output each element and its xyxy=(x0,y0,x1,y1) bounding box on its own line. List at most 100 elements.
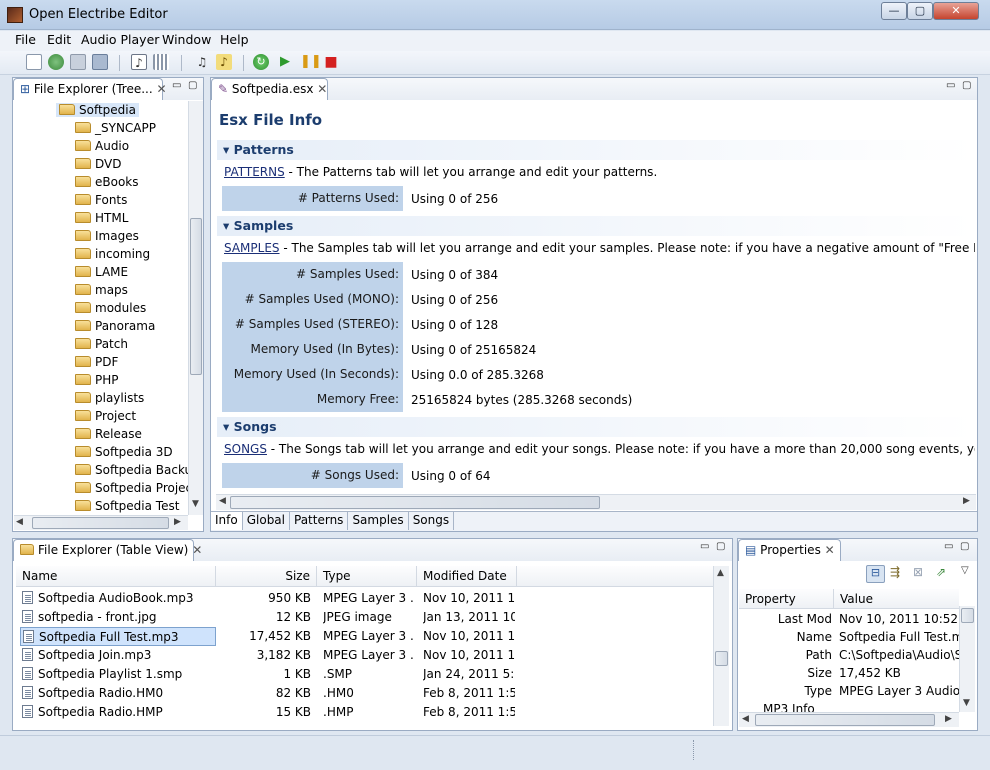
scroll-down-arrow-icon[interactable]: ▼ xyxy=(963,698,970,708)
close-tab-icon[interactable]: ✕ xyxy=(317,82,327,96)
table-row[interactable]: Softpedia Full Test.mp3 17,452 KB MPEG Lay… xyxy=(16,627,713,646)
properties-horizontal-scrollbar[interactable]: ◀ ▶ xyxy=(739,712,959,727)
tab-tree-view[interactable]: ⊞ File Explorer (Tree... ✕ xyxy=(13,78,167,100)
tree-folder-item[interactable]: HTML xyxy=(75,211,128,225)
table-row[interactable]: Softpedia AudioBook.mp3 950 KB MPEG Layer … xyxy=(16,589,713,608)
table-vertical-scrollbar[interactable]: ▲ xyxy=(713,566,729,726)
tab-properties[interactable]: ▤ Properties ✕ xyxy=(738,539,841,561)
scroll-right-arrow-icon[interactable]: ▶ xyxy=(963,496,970,506)
tree-root-item[interactable]: Softpedia xyxy=(56,103,139,117)
column-type[interactable]: Type xyxy=(317,566,417,586)
properties-scroll-thumb[interactable] xyxy=(961,608,974,623)
tree-scroll-thumb[interactable] xyxy=(190,218,202,375)
menu-edit[interactable]: Edit xyxy=(47,32,71,47)
column-property[interactable]: Property xyxy=(739,589,834,609)
property-row[interactable]: Last Mod Nov 10, 2011 10:52:40 . xyxy=(739,610,959,629)
scroll-down-arrow-icon[interactable]: ▼ xyxy=(192,499,199,509)
column-name[interactable]: Name xyxy=(16,566,216,586)
tree-horizontal-scrollbar[interactable]: ◀ ▶ xyxy=(14,515,188,530)
tree-hscroll-thumb[interactable] xyxy=(32,517,169,529)
column-value[interactable]: Value xyxy=(834,589,959,609)
samples-section-header[interactable]: ▾ Samples xyxy=(217,216,975,236)
tree-folder-item[interactable]: PDF xyxy=(75,355,118,369)
loop-icon[interactable]: ↻ xyxy=(253,54,269,70)
note-icon[interactable]: ♫ xyxy=(194,54,210,70)
tree-folder-item[interactable]: Softpedia Backup xyxy=(75,463,188,477)
tree-folder-item[interactable]: Patch xyxy=(75,337,128,351)
tree-folder-item[interactable]: Softpedia Project xyxy=(75,481,188,495)
tree-folder-item[interactable]: incoming xyxy=(75,247,150,261)
scroll-left-arrow-icon[interactable]: ◀ xyxy=(742,714,749,724)
tab-softpedia-esx[interactable]: ✎ Softpedia.esx ✕ xyxy=(211,78,328,100)
table-row[interactable]: Softpedia Join.mp3 3,182 KB MPEG Layer 3 .… xyxy=(16,646,713,665)
patterns-section-header[interactable]: ▾ Patterns xyxy=(217,140,975,160)
close-tab-icon[interactable]: ✕ xyxy=(825,543,835,557)
minimize-view-icon[interactable]: ▭ xyxy=(944,541,953,552)
tab-table-view[interactable]: File Explorer (Table View) ✕ xyxy=(13,539,202,561)
tree-folder-item[interactable]: maps xyxy=(75,283,128,297)
tree-folder-item[interactable]: PHP xyxy=(75,373,119,387)
maximize-view-icon[interactable]: ▢ xyxy=(962,80,971,91)
minimize-button[interactable]: — xyxy=(881,2,907,20)
restore-default-icon[interactable]: ⊠ xyxy=(913,565,923,579)
advanced-icon[interactable]: ⇶ xyxy=(890,565,900,579)
tree-folder-item[interactable]: Panorama xyxy=(75,319,155,333)
maximize-view-icon[interactable]: ▢ xyxy=(716,541,725,552)
properties-vertical-scrollbar[interactable]: ▼ xyxy=(959,606,975,712)
tree-folder-item[interactable]: Softpedia 3D xyxy=(75,445,173,459)
maximize-view-icon[interactable]: ▢ xyxy=(960,541,969,552)
tree-vertical-scrollbar[interactable]: ▼ xyxy=(188,101,203,515)
menu-file[interactable]: File xyxy=(15,32,36,47)
tree-folder-item[interactable]: Images xyxy=(75,229,139,243)
samples-link[interactable]: SAMPLES xyxy=(224,241,280,255)
stop-icon[interactable]: ■ xyxy=(323,54,339,70)
tab-samples[interactable]: Samples xyxy=(348,512,409,530)
property-row[interactable]: Size 17,452 KB xyxy=(739,664,959,683)
close-button[interactable]: ✕ xyxy=(933,2,979,20)
minimize-view-icon[interactable]: ▭ xyxy=(946,80,955,91)
tree-folder-item[interactable]: Audio xyxy=(75,139,129,153)
table-row[interactable]: Softpedia Radio.HM0 82 KB .HM0 Feb 8, 2011 … xyxy=(16,684,713,703)
note-yellow-icon[interactable]: ♪ xyxy=(216,54,232,70)
table-row[interactable]: Softpedia Playlist 1.smp 1 KB .SMP Jan 24, … xyxy=(16,665,713,684)
tree-folder-item[interactable]: modules xyxy=(75,301,146,315)
table-row[interactable]: Softpedia Radio.HMP 15 KB .HMP Feb 8, 2011 … xyxy=(16,703,713,722)
pin-icon[interactable]: ⇗ xyxy=(936,565,946,579)
tab-info[interactable]: Info xyxy=(211,512,243,530)
table-row[interactable]: softpedia - front.jpg 12 KB JPEG image Jan … xyxy=(16,608,713,627)
patterns-link[interactable]: PATTERNS xyxy=(224,165,285,179)
tree-folder-item[interactable]: _SYNCAPP xyxy=(75,121,156,135)
close-tab-icon[interactable]: ✕ xyxy=(192,543,202,557)
categories-icon[interactable]: ⊟ xyxy=(866,565,885,583)
property-row[interactable]: Type MPEG Layer 3 Audio Fi xyxy=(739,682,959,701)
tab-patterns[interactable]: Patterns xyxy=(290,512,349,530)
maximize-button[interactable]: ▢ xyxy=(907,2,933,20)
export-icon[interactable]: ♪ xyxy=(131,54,147,70)
grid-icon[interactable] xyxy=(153,54,169,70)
tree-folder-item[interactable]: Release xyxy=(75,427,142,441)
save-icon[interactable] xyxy=(70,54,86,70)
new-file-icon[interactable] xyxy=(26,54,42,70)
tree-folder-item[interactable]: Softpedia Test xyxy=(75,499,179,513)
scroll-up-arrow-icon[interactable]: ▲ xyxy=(717,568,724,578)
column-size[interactable]: Size xyxy=(216,566,317,586)
tree-folder-item[interactable]: Fonts xyxy=(75,193,127,207)
tree-folder-item[interactable]: Project xyxy=(75,409,136,423)
tree-folder-item[interactable]: LAME xyxy=(75,265,128,279)
minimize-view-icon[interactable]: ▭ xyxy=(700,541,709,552)
editor-hscroll-thumb[interactable] xyxy=(230,496,600,509)
column-modified-date[interactable]: Modified Date xyxy=(417,566,517,586)
tab-songs[interactable]: Songs xyxy=(409,512,455,530)
songs-section-header[interactable]: ▾ Songs xyxy=(217,417,975,437)
scroll-right-arrow-icon[interactable]: ▶ xyxy=(945,714,952,724)
table-scroll-thumb[interactable] xyxy=(715,651,728,666)
tree-folder-item[interactable]: playlists xyxy=(75,391,144,405)
editor-horizontal-scrollbar[interactable]: ◀ ▶ xyxy=(216,494,976,510)
minimize-view-icon[interactable]: ▭ xyxy=(172,80,181,91)
songs-link[interactable]: SONGS xyxy=(224,442,267,456)
menu-audio-player[interactable]: Audio Player xyxy=(81,32,159,47)
scroll-right-arrow-icon[interactable]: ▶ xyxy=(174,517,181,527)
property-row[interactable]: Name Softpedia Full Test.mp xyxy=(739,628,959,647)
play-icon[interactable]: ▶ xyxy=(277,54,293,70)
properties-hscroll-thumb[interactable] xyxy=(755,714,935,726)
